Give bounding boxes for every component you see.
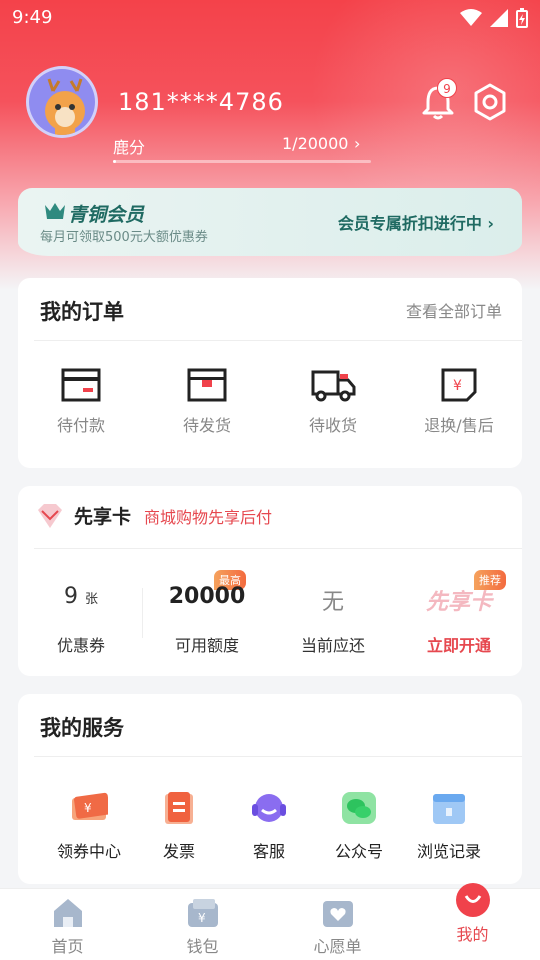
service-label: 公众号 bbox=[334, 842, 383, 861]
order-pending-receipt[interactable]: 待收货 bbox=[270, 368, 396, 436]
coupons-unit: 张 bbox=[84, 592, 98, 607]
tab-home[interactable]: 首页 bbox=[0, 889, 135, 960]
tab-label: 心愿单 bbox=[313, 937, 362, 956]
service-customer-service[interactable]: 客服 bbox=[224, 790, 314, 862]
coupons-value: 9 bbox=[63, 584, 78, 609]
order-label: 退换/售后 bbox=[424, 416, 494, 435]
xianxiangka-title: 先享卡 bbox=[74, 506, 132, 528]
coupons-label: 优惠券 bbox=[56, 636, 105, 655]
order-label: 待发货 bbox=[182, 416, 231, 435]
tab-wallet[interactable]: ¥ 钱包 bbox=[135, 889, 270, 960]
credit-label: 可用额度 bbox=[174, 636, 239, 655]
browse-history-icon bbox=[433, 794, 465, 824]
orders-title: 我的订单 bbox=[40, 300, 124, 324]
tab-wishlist[interactable]: 心愿单 bbox=[270, 889, 405, 960]
member-benefit: 每月可领取500元大额优惠券 bbox=[40, 230, 208, 245]
points-value[interactable]: 1/20000 bbox=[282, 134, 348, 153]
bottom-tab-bar: 首页 ¥ 钱包 心愿单 我的 bbox=[0, 883, 540, 960]
service-browse-history[interactable]: 浏览记录 bbox=[404, 790, 494, 862]
tab-label: 首页 bbox=[51, 937, 84, 956]
wechat-official-icon bbox=[342, 792, 376, 824]
member-banner[interactable]: 青铜会员 每月可领取500元大额优惠券 会员专属折扣进行中 › bbox=[18, 188, 522, 256]
divider bbox=[34, 756, 522, 757]
gear-icon bbox=[474, 83, 506, 121]
service-label: 发票 bbox=[162, 842, 195, 861]
wifi-icon bbox=[460, 9, 482, 26]
svg-text:¥: ¥ bbox=[84, 801, 92, 815]
activate-label: 立即开通 bbox=[426, 636, 491, 655]
order-label: 待付款 bbox=[56, 416, 105, 435]
return-aftersale-icon: ¥ bbox=[441, 368, 477, 402]
order-pending-payment[interactable]: 待付款 bbox=[18, 368, 144, 436]
xianxiangka-card[interactable]: 先享卡 商城购物先享后付 9 张 优惠券 最高 20000 可用额度 无 当前应… bbox=[18, 486, 522, 676]
order-label: 待收货 bbox=[308, 416, 357, 435]
services-card: 我的服务 ¥ 领券中心 发票 客服 公众号 浏览记录 bbox=[18, 694, 522, 884]
points-progress-bar bbox=[113, 160, 371, 163]
pending-payment-icon bbox=[61, 368, 101, 402]
home-icon bbox=[53, 899, 82, 927]
credit-stat[interactable]: 最高 20000 可用额度 bbox=[144, 570, 270, 655]
user-phone: 181****4786 bbox=[118, 88, 284, 116]
signal-icon bbox=[490, 9, 508, 27]
member-level: 青铜会员 bbox=[68, 204, 145, 226]
divider bbox=[34, 340, 522, 341]
battery-icon bbox=[516, 8, 528, 28]
avatar[interactable] bbox=[26, 66, 98, 138]
notification-badge: 9 bbox=[437, 78, 457, 98]
due-label: 当前应还 bbox=[300, 636, 365, 655]
svg-text:¥: ¥ bbox=[453, 378, 462, 394]
chevron-right-icon: › bbox=[487, 214, 494, 233]
status-time: 9:49 bbox=[12, 7, 53, 28]
service-coupon-center[interactable]: ¥ 领券中心 bbox=[44, 790, 134, 862]
activate-xianxiangka-button[interactable]: 推荐 先享卡 立即开通 bbox=[396, 570, 522, 655]
divider bbox=[34, 548, 522, 549]
wallet-icon: ¥ bbox=[187, 899, 218, 927]
pending-shipment-icon bbox=[187, 368, 227, 402]
service-label: 领券中心 bbox=[56, 842, 121, 861]
order-return-aftersale[interactable]: ¥ 退换/售后 bbox=[396, 368, 522, 436]
pending-receipt-icon bbox=[311, 370, 356, 402]
tab-me[interactable]: 我的 bbox=[405, 883, 540, 960]
service-wechat-official[interactable]: 公众号 bbox=[314, 790, 404, 862]
member-discount-label: 会员专属折扣进行中 bbox=[337, 214, 482, 233]
orders-card: 我的订单 查看全部订单 待付款 待发货 待收货 ¥ 退换/售后 bbox=[18, 278, 522, 468]
coupons-stat[interactable]: 9 张 优惠券 bbox=[18, 570, 144, 655]
xianxiangka-logo: 先享卡 bbox=[425, 590, 492, 615]
service-label: 浏览记录 bbox=[416, 842, 481, 861]
invoice-icon bbox=[165, 792, 193, 824]
services-title: 我的服务 bbox=[40, 716, 124, 740]
credit-value: 20000 bbox=[168, 584, 246, 609]
due-value: 无 bbox=[321, 590, 344, 615]
coupon-center-icon: ¥ bbox=[72, 792, 108, 820]
diamond-icon bbox=[38, 504, 62, 528]
crown-icon bbox=[45, 203, 65, 219]
customer-service-icon bbox=[252, 794, 286, 822]
service-label: 客服 bbox=[252, 842, 285, 861]
points-label: 鹿分 bbox=[113, 138, 146, 157]
order-pending-shipment[interactable]: 待发货 bbox=[144, 368, 270, 436]
tab-label: 我的 bbox=[456, 925, 489, 944]
me-icon bbox=[455, 883, 490, 917]
settings-button[interactable] bbox=[470, 82, 510, 122]
member-discount-link[interactable]: 会员专属折扣进行中 › bbox=[338, 210, 494, 234]
wishlist-icon bbox=[322, 901, 353, 927]
tab-label: 钱包 bbox=[186, 937, 219, 956]
xianxiangka-subtitle: 商城购物先享后付 bbox=[144, 508, 273, 527]
chevron-right-icon[interactable]: › bbox=[354, 134, 360, 153]
status-bar: 9:49 bbox=[0, 0, 540, 36]
svg-text:¥: ¥ bbox=[198, 911, 206, 925]
due-stat[interactable]: 无 当前应还 bbox=[270, 570, 396, 655]
view-all-orders-link[interactable]: 查看全部订单 bbox=[406, 298, 502, 322]
service-invoice[interactable]: 发票 bbox=[134, 790, 224, 862]
